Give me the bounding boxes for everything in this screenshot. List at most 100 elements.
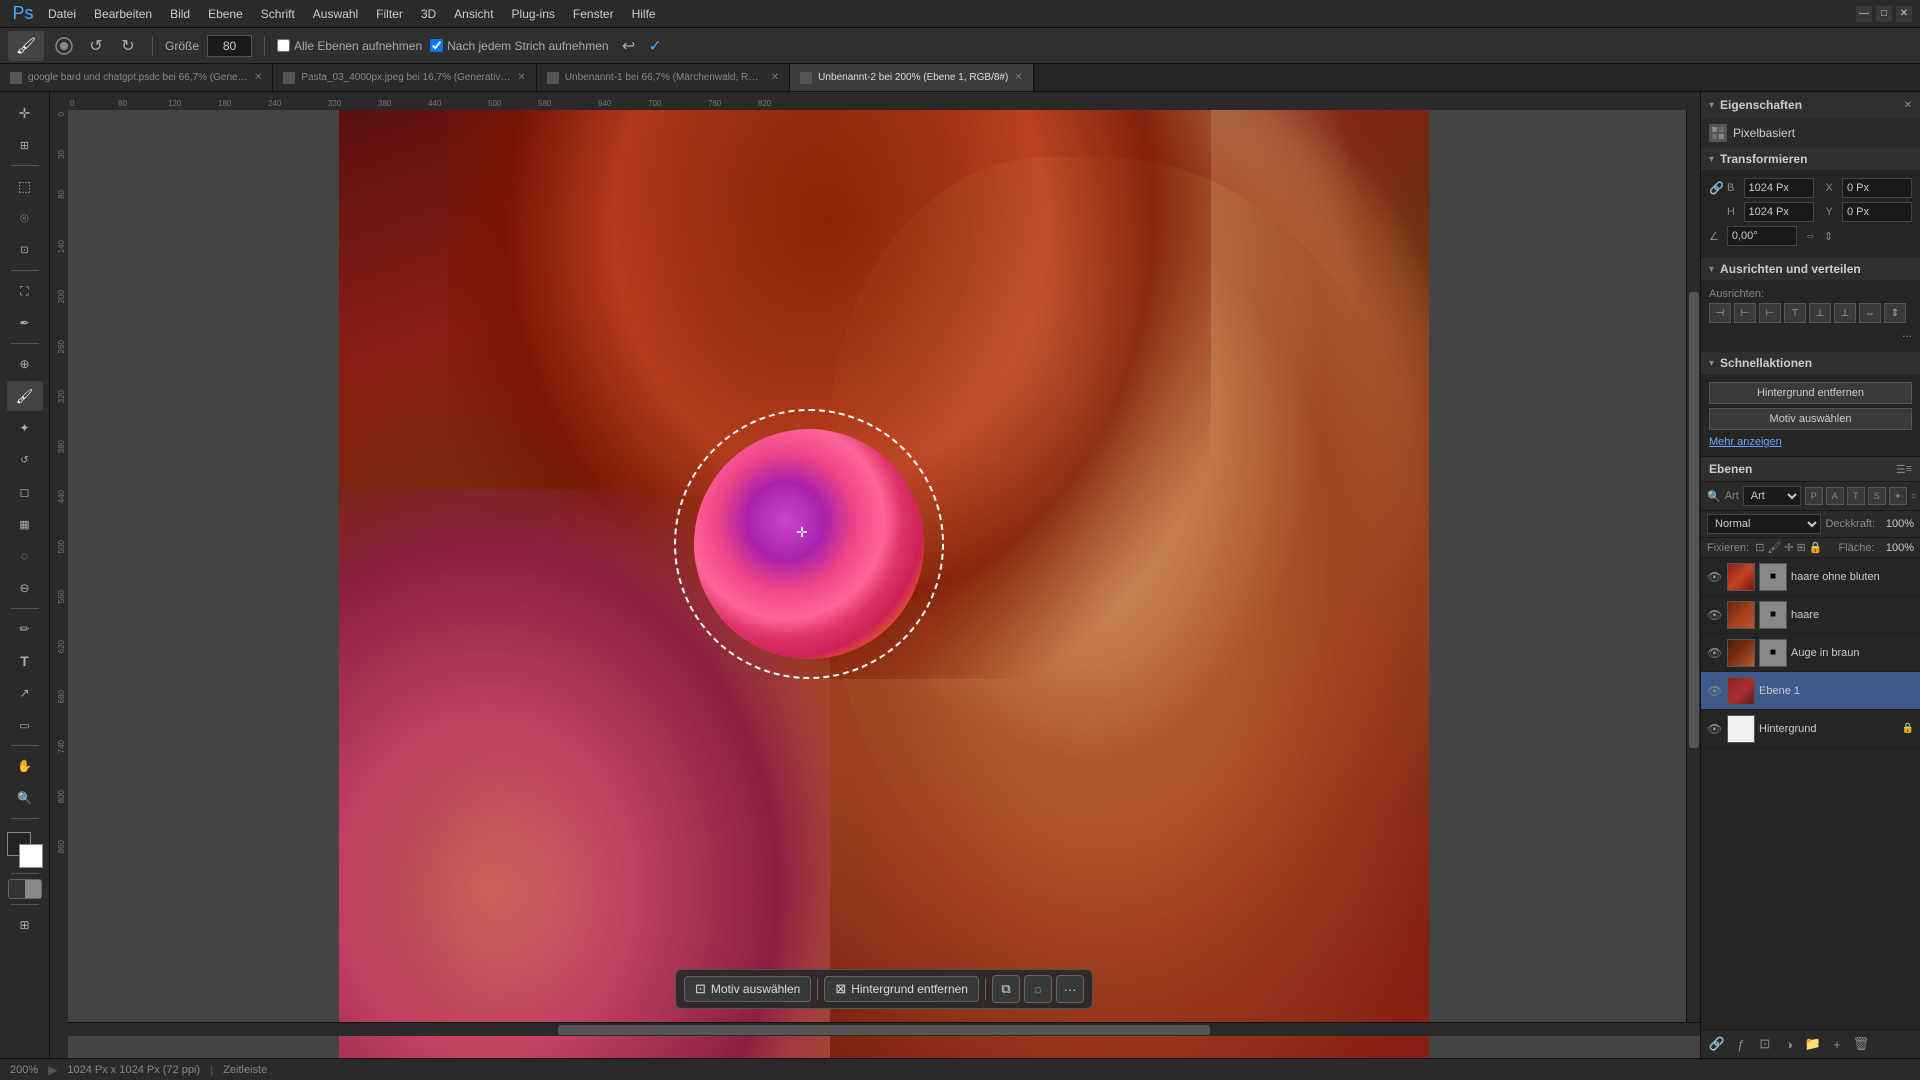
align-left-btn[interactable]: ⊣: [1709, 303, 1731, 323]
filter-adjust-btn[interactable]: A: [1826, 487, 1844, 505]
text-tool[interactable]: T: [7, 646, 43, 676]
tab-close-1[interactable]: ✕: [254, 72, 262, 83]
menu-bild[interactable]: Bild: [162, 4, 198, 24]
layer-visibility-5[interactable]: 👁: [1707, 722, 1723, 736]
lock-pixels-btn[interactable]: 🖌: [1767, 541, 1781, 554]
move-tool[interactable]: ✛: [7, 98, 43, 128]
lock-transparent-btn[interactable]: ⊡: [1755, 541, 1764, 554]
layer-visibility-1[interactable]: 👁: [1707, 570, 1723, 584]
properties-close[interactable]: ✕: [1904, 100, 1912, 111]
layer-item-hintergrund[interactable]: 👁 Hintergrund 🔒: [1701, 710, 1920, 748]
hand-tool[interactable]: ✋: [7, 751, 43, 781]
filter-shape-btn[interactable]: S: [1868, 487, 1886, 505]
layer-item-ebene1[interactable]: 👁 Ebene 1: [1701, 672, 1920, 710]
menu-auswahl[interactable]: Auswahl: [305, 4, 366, 24]
lasso-tool[interactable]: ⌾: [7, 203, 43, 233]
align-middle-btn[interactable]: ⊥: [1809, 303, 1831, 323]
fill-value[interactable]: 100%: [1886, 542, 1914, 554]
artboard-tool[interactable]: ⊞: [7, 130, 43, 160]
screen-mode-btn[interactable]: ⊞: [7, 910, 43, 940]
dist-v-btn[interactable]: ⇕: [1884, 303, 1906, 323]
after-stroke-checkbox[interactable]: [430, 39, 443, 52]
menu-plugins[interactable]: Plug-ins: [504, 4, 563, 24]
menu-fenster[interactable]: Fenster: [565, 4, 622, 24]
dist-h-btn[interactable]: ⇔: [1859, 303, 1881, 323]
quick-actions-header[interactable]: ▾ Schnellaktionen: [1701, 352, 1920, 374]
add-link-btn[interactable]: 🔗: [1707, 1034, 1727, 1054]
more-link[interactable]: Mehr anzeigen: [1709, 436, 1782, 448]
hscroll-thumb[interactable]: [558, 1025, 1211, 1035]
zoom-tool[interactable]: 🔍: [7, 783, 43, 813]
height-input[interactable]: [1744, 202, 1814, 222]
layer-visibility-3[interactable]: 👁: [1707, 646, 1723, 660]
flip-h-icon[interactable]: ⇔: [1805, 230, 1816, 242]
layer-item-auge[interactable]: 👁 ■ Auge in braun: [1701, 634, 1920, 672]
zoom-status[interactable]: 200%: [10, 1064, 38, 1076]
bt-extra1[interactable]: ⧉: [992, 975, 1020, 1003]
eraser-tool[interactable]: ◻: [7, 477, 43, 507]
align-right-btn[interactable]: ⊢: [1759, 303, 1781, 323]
align-center-h-btn[interactable]: ⊢: [1734, 303, 1756, 323]
vertical-scrollbar[interactable]: [1686, 110, 1700, 1022]
menu-schrift[interactable]: Schrift: [253, 4, 303, 24]
eyedropper-tool[interactable]: ✒: [7, 308, 43, 338]
layers-collapse-btn[interactable]: ≡: [1906, 463, 1912, 475]
close-button[interactable]: ✕: [1896, 6, 1912, 22]
pen-tool[interactable]: ✏: [7, 614, 43, 644]
minimize-button[interactable]: —: [1856, 6, 1872, 22]
width-input[interactable]: [1744, 178, 1814, 198]
layer-visibility-2[interactable]: 👁: [1707, 608, 1723, 622]
opacity-value[interactable]: 100%: [1879, 518, 1914, 530]
tab-close-2[interactable]: ✕: [517, 72, 525, 83]
align-more-btn[interactable]: ...: [1902, 326, 1912, 340]
add-group-btn[interactable]: 📁: [1803, 1034, 1823, 1054]
brush-preset-picker[interactable]: [52, 34, 76, 58]
bt-more[interactable]: ···: [1056, 975, 1084, 1003]
menu-filter[interactable]: Filter: [368, 4, 411, 24]
dodge-tool[interactable]: ⊖: [7, 573, 43, 603]
delete-layer-btn[interactable]: 🗑: [1851, 1034, 1871, 1054]
object-select-tool[interactable]: ⊡: [7, 235, 43, 265]
motiv-auswaehlen-button[interactable]: ⊡ Motiv auswählen: [684, 976, 811, 1002]
horizontal-scrollbar[interactable]: [68, 1022, 1700, 1036]
after-stroke-checkbox-label[interactable]: Nach jedem Strich aufnehmen: [430, 39, 608, 53]
menu-hilfe[interactable]: Hilfe: [624, 4, 664, 24]
undo-btn[interactable]: ↺: [84, 34, 108, 58]
tab-3[interactable]: Unbenannt-1 bei 66,7% (Märchenwald, RGB/…: [537, 64, 790, 91]
flip-v-icon[interactable]: ⇕: [1824, 230, 1833, 243]
quick-mask-tool[interactable]: [8, 879, 42, 899]
layer-item-haare[interactable]: 👁 ■ haare: [1701, 596, 1920, 634]
background-color[interactable]: [19, 844, 43, 868]
canvas-content[interactable]: ✛ ⊡ Motiv auswählen ⊠ Hintergrund entfer…: [68, 110, 1700, 1058]
add-effect-btn[interactable]: ƒ: [1731, 1034, 1751, 1054]
brush-tool[interactable]: 🖌: [7, 381, 43, 411]
bt-extra2[interactable]: ◌: [1024, 975, 1052, 1003]
layer-visibility-4[interactable]: 👁: [1707, 684, 1723, 698]
align-bottom-btn[interactable]: ⊥: [1834, 303, 1856, 323]
align-top-btn[interactable]: ⊤: [1784, 303, 1806, 323]
commit-button[interactable]: ✓: [649, 36, 662, 56]
filter-text-btn[interactable]: T: [1847, 487, 1865, 505]
bg-remove-quick-btn[interactable]: Hintergrund entfernen: [1709, 382, 1912, 404]
lock-position-btn[interactable]: ✛: [1784, 541, 1793, 554]
history-brush-tool[interactable]: ↺: [7, 445, 43, 475]
all-layers-checkbox-label[interactable]: Alle Ebenen aufnehmen: [277, 39, 422, 53]
add-mask-btn[interactable]: ⊡: [1755, 1034, 1775, 1054]
crop-tool[interactable]: ⛶: [7, 276, 43, 306]
x-input[interactable]: [1842, 178, 1912, 198]
spot-heal-tool[interactable]: ⊕: [7, 349, 43, 379]
clone-tool[interactable]: ✦: [7, 413, 43, 443]
subject-select-quick-btn[interactable]: Motiv auswählen: [1709, 408, 1912, 430]
tab-close-4[interactable]: ✕: [1014, 72, 1022, 83]
tab-1[interactable]: google bard und chatgpt.psdc bei 66,7% (…: [0, 64, 273, 91]
lock-artboard-btn[interactable]: ⊞: [1797, 541, 1806, 554]
all-layers-checkbox[interactable]: [277, 39, 290, 52]
vscroll-thumb[interactable]: [1689, 292, 1699, 748]
filter-dropdown[interactable]: Art Name Effekt: [1743, 486, 1801, 506]
gradient-tool[interactable]: ▦: [7, 509, 43, 539]
blend-mode-dropdown[interactable]: Normal Multiplizieren Abdunkeln Aufhelle…: [1707, 514, 1821, 534]
add-adjustment-btn[interactable]: ◑: [1779, 1034, 1799, 1054]
lock-all-btn[interactable]: 🔒: [1809, 541, 1823, 554]
lock-proportions[interactable]: 🔗: [1709, 181, 1723, 195]
filter-pixel-btn[interactable]: P: [1805, 487, 1823, 505]
